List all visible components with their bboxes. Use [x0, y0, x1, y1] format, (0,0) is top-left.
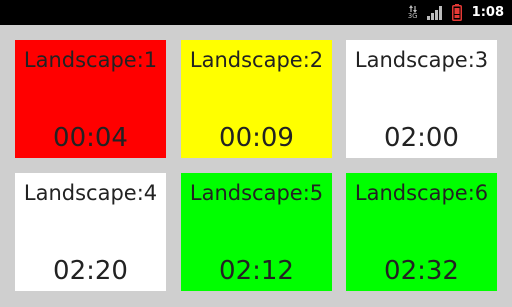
landscape-tile-3[interactable]: Landscape:3 02:00: [346, 40, 497, 158]
network-type-indicator: 3G: [407, 4, 418, 21]
tile-time: 02:00: [384, 123, 459, 153]
tile-time: 00:04: [53, 123, 128, 153]
network-type-label: 3G: [407, 11, 418, 20]
signal-bars-icon: [426, 5, 443, 20]
status-clock: 1:08: [471, 5, 504, 20]
tile-label: Landscape:4: [23, 181, 158, 205]
tile-label: Landscape:1: [23, 48, 158, 72]
landscape-tile-1[interactable]: Landscape:1 00:04: [15, 40, 166, 158]
tile-time: 02:12: [219, 256, 294, 286]
tile-time: 02:32: [384, 256, 459, 286]
landscape-tile-6[interactable]: Landscape:6 02:32: [346, 173, 497, 291]
landscape-tile-5[interactable]: Landscape:5 02:12: [181, 173, 332, 291]
tile-label: Landscape:5: [189, 181, 324, 205]
landscape-tile-4[interactable]: Landscape:4 02:20: [15, 173, 166, 291]
tile-label: Landscape:6: [354, 181, 489, 205]
tile-time: 00:09: [219, 123, 294, 153]
landscape-tile-2[interactable]: Landscape:2 00:09: [181, 40, 332, 158]
tile-label: Landscape:3: [354, 48, 489, 72]
battery-low-icon: [451, 4, 462, 21]
tile-time: 02:20: [53, 256, 128, 286]
tile-label: Landscape:2: [189, 48, 324, 72]
status-bar: 3G 1:08: [0, 0, 512, 25]
